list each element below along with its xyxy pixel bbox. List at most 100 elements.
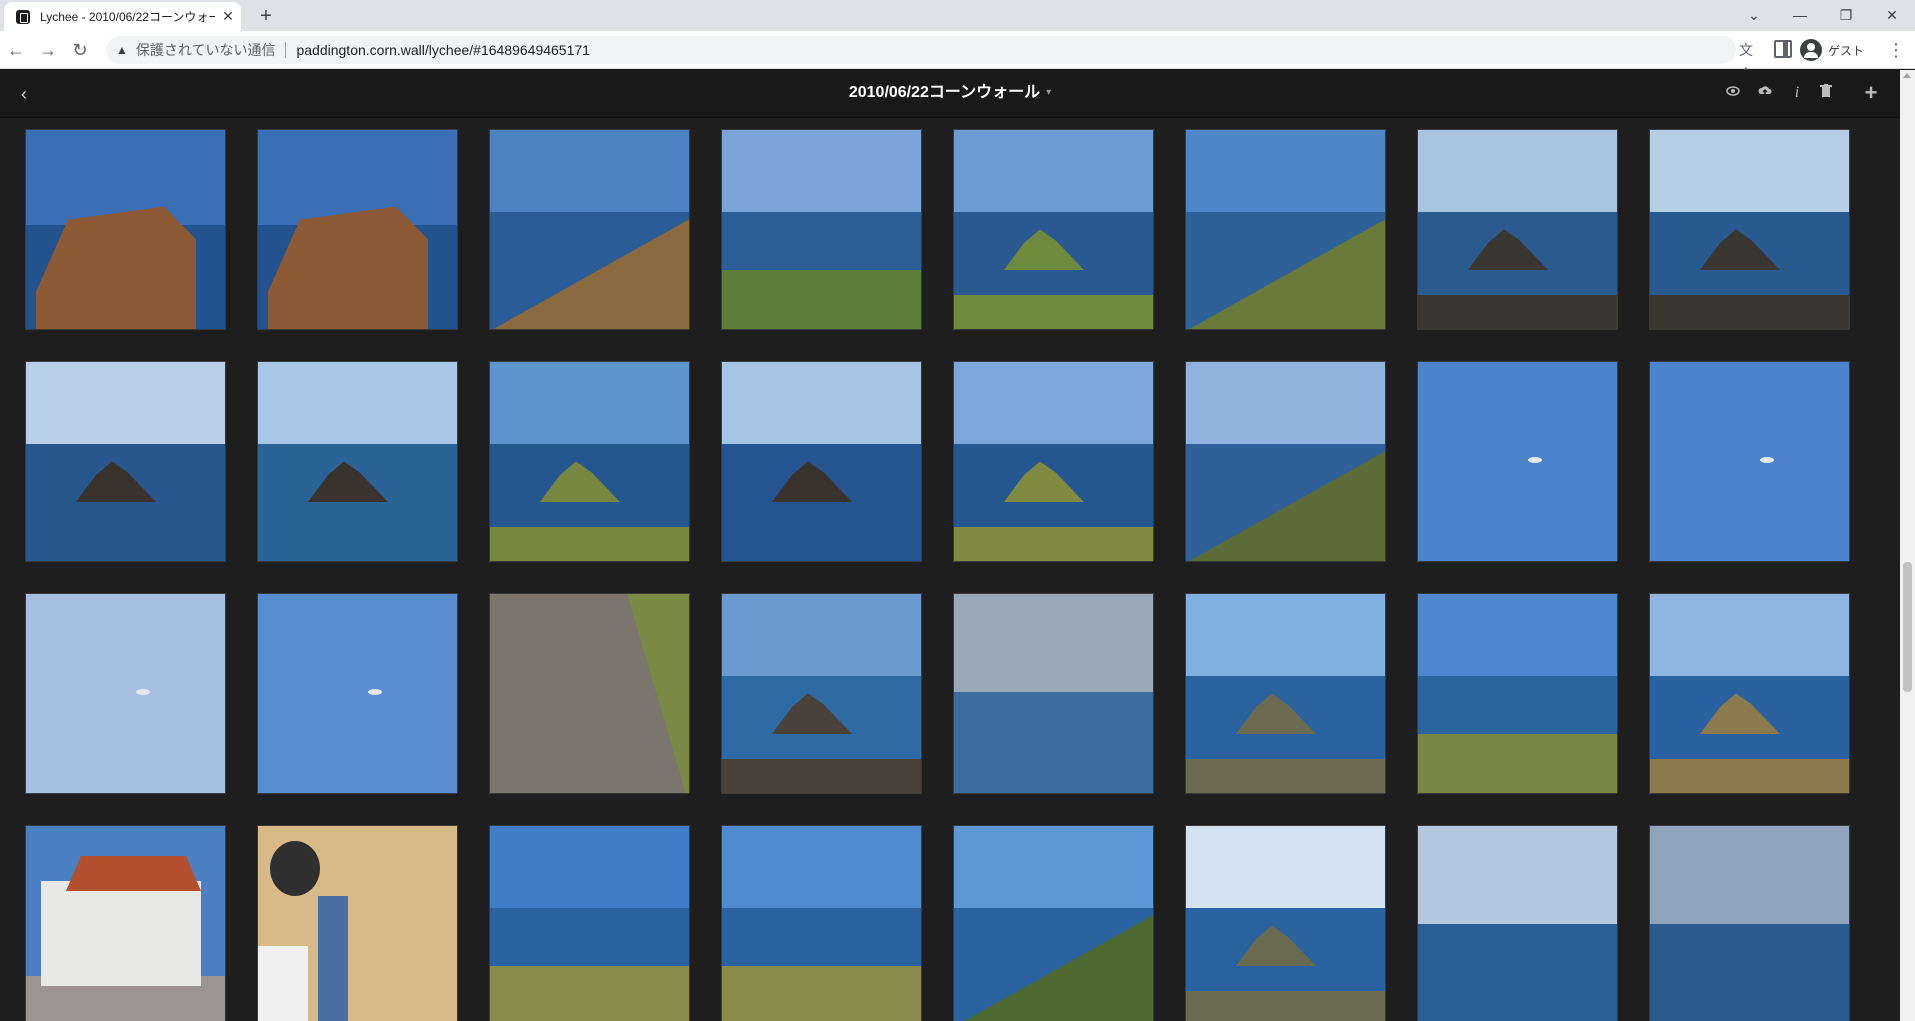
photo-content [1650, 924, 1849, 1021]
album-back-icon[interactable]: ‹ [10, 80, 38, 108]
photo-thumbnail[interactable] [721, 825, 922, 1021]
photo-thumbnail[interactable] [489, 129, 690, 330]
forward-icon[interactable]: → [34, 36, 62, 64]
photo-thumbnail[interactable] [1185, 593, 1386, 794]
photo-thumbnail[interactable] [25, 825, 226, 1021]
photo-thumbnail[interactable] [489, 361, 690, 562]
security-status[interactable]: 保護されていない通信 [136, 40, 276, 60]
photo-content [627, 594, 689, 793]
minimize-icon[interactable]: — [1777, 0, 1823, 31]
photo-content [368, 689, 382, 695]
photo-thumbnail[interactable] [1417, 129, 1618, 330]
tab-close-icon[interactable]: ✕ [215, 8, 241, 25]
photo-thumbnail[interactable] [953, 825, 1154, 1021]
tab-title: Lychee - 2010/06/22コーンウォール [40, 10, 215, 24]
tab-search-dropdown-icon[interactable]: ⌄ [1731, 0, 1777, 31]
add-icon[interactable]: + [1860, 82, 1882, 104]
photo-thumbnail[interactable] [721, 361, 922, 562]
photo-thumbnail[interactable] [489, 593, 690, 794]
photo-content [268, 206, 428, 329]
photo-thumbnail[interactable] [25, 129, 226, 330]
chevron-down-icon[interactable]: ▾ [1046, 87, 1051, 98]
photo-thumbnail[interactable] [1649, 129, 1850, 330]
scroll-thumb[interactable] [1903, 562, 1912, 692]
photo-content [66, 856, 201, 891]
photo-content [1760, 457, 1774, 463]
photo-content [1650, 295, 1849, 329]
lychee-favicon-icon [16, 9, 30, 24]
browser-tabstrip: Lychee - 2010/06/22コーンウォール ✕ + ⌄ — ❐ ✕ [0, 0, 1915, 31]
address-bar[interactable]: ▲ 保護されていない通信 paddington.corn.wall/lychee… [106, 36, 1736, 64]
photo-thumbnail[interactable] [25, 593, 226, 794]
share-cloud-icon[interactable] [1754, 82, 1776, 104]
browser-tab[interactable]: Lychee - 2010/06/22コーンウォール ✕ [4, 2, 241, 31]
photo-thumbnail[interactable] [1185, 129, 1386, 330]
profile-name: ゲスト [1828, 43, 1865, 58]
url-text[interactable]: paddington.corn.wall/lychee/#16489649465… [296, 42, 589, 58]
translate-icon[interactable]: 文A [1735, 39, 1757, 80]
photo-content [36, 206, 196, 329]
photo-thumbnail[interactable] [721, 593, 922, 794]
photo-thumbnail[interactable] [257, 825, 458, 1021]
avatar-icon [1800, 39, 1822, 61]
photo-content [26, 527, 225, 561]
album-title-text[interactable]: 2010/06/22コーンウォール [849, 84, 1040, 101]
photo-content [954, 295, 1153, 329]
eye-icon[interactable] [1722, 82, 1744, 104]
trash-icon[interactable] [1815, 82, 1837, 104]
photo-thumbnail[interactable] [1649, 593, 1850, 794]
photo-content [954, 527, 1153, 561]
profile-button[interactable]: ゲスト [1800, 37, 1864, 63]
reload-icon[interactable]: ↻ [66, 36, 94, 64]
photo-content [1418, 734, 1617, 793]
photo-content [318, 896, 348, 1021]
photo-content [490, 527, 689, 561]
photo-content [722, 966, 921, 1021]
warning-icon[interactable]: ▲ [116, 43, 128, 57]
window-close-icon[interactable]: ✕ [1869, 0, 1915, 31]
photo-content [1528, 457, 1542, 463]
photo-thumbnail[interactable] [953, 593, 1154, 794]
photo-content [136, 689, 150, 695]
info-icon[interactable]: i [1786, 82, 1808, 104]
address-divider [285, 42, 287, 58]
photo-grid [0, 119, 1900, 1021]
photo-thumbnail[interactable] [25, 361, 226, 562]
photo-thumbnail[interactable] [953, 361, 1154, 562]
photo-thumbnail[interactable] [1185, 825, 1386, 1021]
photo-thumbnail[interactable] [1417, 593, 1618, 794]
photo-content [1650, 759, 1849, 793]
photo-content [1418, 295, 1617, 329]
photo-thumbnail[interactable] [1417, 825, 1618, 1021]
album-title[interactable]: 2010/06/22コーンウォール ▾ [0, 70, 1900, 116]
photo-thumbnail[interactable] [489, 825, 690, 1021]
photo-content [270, 841, 320, 896]
browser-menu-icon[interactable]: ⋮ [1884, 36, 1908, 64]
photo-thumbnail[interactable] [1649, 825, 1850, 1021]
photo-content [954, 692, 1153, 793]
new-tab-button[interactable]: + [253, 3, 279, 29]
photo-content [258, 527, 457, 561]
photo-thumbnail[interactable] [1185, 361, 1386, 562]
photo-content [1418, 924, 1617, 1021]
album-header: 2010/06/22コーンウォール ▾ ‹ i + [0, 70, 1900, 118]
back-icon[interactable]: ← [2, 36, 30, 64]
photo-content [722, 527, 921, 561]
photo-content [722, 759, 921, 793]
photo-thumbnail[interactable] [953, 129, 1154, 330]
photo-thumbnail[interactable] [721, 129, 922, 330]
photo-content [490, 966, 689, 1021]
photo-content [258, 946, 308, 1021]
photo-thumbnail[interactable] [1649, 361, 1850, 562]
photo-content [722, 270, 921, 329]
restore-icon[interactable]: ❐ [1823, 0, 1869, 31]
photo-thumbnail[interactable] [257, 361, 458, 562]
photo-thumbnail[interactable] [1417, 361, 1618, 562]
browser-toolbar: ← → ↻ ▲ 保護されていない通信 paddington.corn.wall/… [0, 31, 1915, 80]
page-scrollbar[interactable] [1900, 70, 1915, 1021]
photo-content [41, 881, 201, 986]
photo-thumbnail[interactable] [257, 593, 458, 794]
side-panel-icon[interactable] [1774, 40, 1792, 58]
photo-thumbnail[interactable] [257, 129, 458, 330]
scroll-up-arrow-icon[interactable] [1903, 73, 1911, 78]
